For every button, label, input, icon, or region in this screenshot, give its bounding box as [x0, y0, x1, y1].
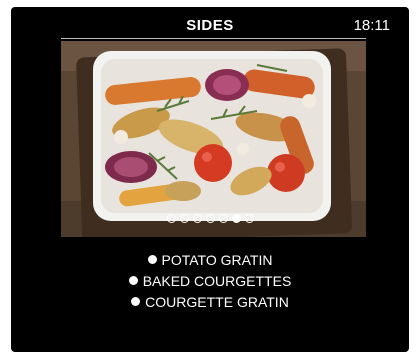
bullet-icon — [147, 255, 157, 264]
menu-item-courgette-gratin[interactable]: COURGETTE GRATIN — [11, 291, 409, 312]
bullet-icon — [131, 297, 141, 306]
carousel-dot[interactable] — [218, 214, 228, 223]
carousel-dot[interactable] — [179, 214, 189, 223]
carousel-dot[interactable] — [205, 214, 215, 223]
carousel-indicator[interactable] — [11, 214, 409, 223]
menu-item-label: BAKED COURGETTES — [142, 272, 292, 289]
header-divider — [61, 38, 366, 39]
roasted-vegetables-image — [61, 41, 366, 237]
menu-item-label: COURGETTE GRATIN — [145, 293, 289, 310]
carousel-dot[interactable] — [231, 214, 241, 223]
carousel-dot[interactable] — [244, 214, 254, 223]
bullet-icon — [128, 276, 138, 285]
page-title: SIDES — [186, 17, 234, 34]
sides-menu-list: POTATO GRATIN BAKED COURGETTES COURGETTE… — [11, 249, 409, 312]
carousel-dot[interactable] — [166, 214, 176, 223]
menu-item-potato-gratin[interactable]: POTATO GRATIN — [11, 249, 409, 270]
dish-photo[interactable] — [61, 41, 366, 237]
display-screen: SIDES 18:11 POTATO GRATIN BAKED COURGETT… — [11, 7, 409, 352]
carousel-dot[interactable] — [192, 214, 202, 223]
menu-item-label: POTATO GRATIN — [161, 251, 273, 268]
clock: 18:11 — [353, 17, 390, 34]
menu-item-baked-courgettes[interactable]: BAKED COURGETTES — [11, 270, 409, 291]
